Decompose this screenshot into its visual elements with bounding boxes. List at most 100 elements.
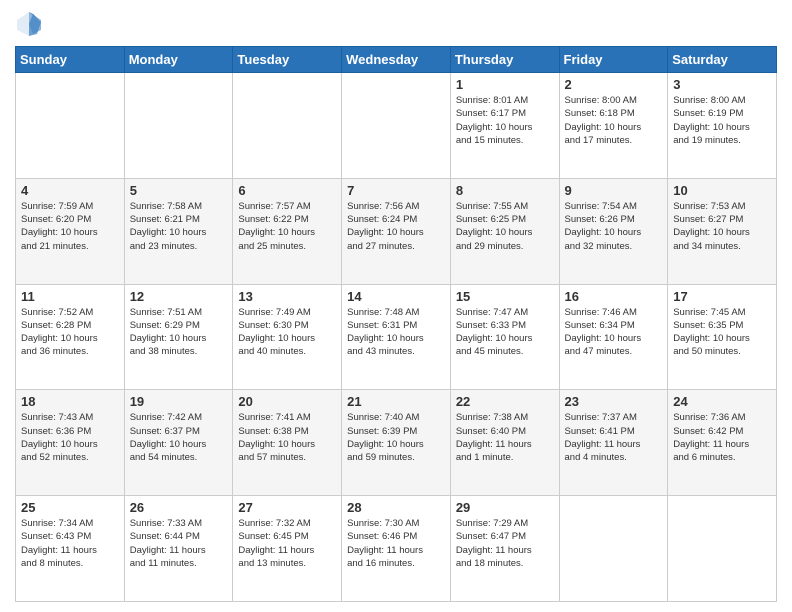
day-number: 8 — [456, 183, 554, 198]
day-info: Sunrise: 7:48 AM Sunset: 6:31 PM Dayligh… — [347, 306, 445, 359]
day-number: 5 — [130, 183, 228, 198]
day-number: 11 — [21, 289, 119, 304]
weekday-header-thursday: Thursday — [450, 47, 559, 73]
calendar-cell: 16 Sunrise: 7:46 AM Sunset: 6:34 PM Dayli… — [559, 284, 668, 390]
calendar-cell: 21 Sunrise: 7:40 AM Sunset: 6:39 PM Dayli… — [342, 390, 451, 496]
day-info: Sunrise: 7:32 AM Sunset: 6:45 PM Dayligh… — [238, 517, 336, 570]
day-number: 24 — [673, 394, 771, 409]
day-number: 17 — [673, 289, 771, 304]
page: SundayMondayTuesdayWednesdayThursdayFrid… — [0, 0, 792, 612]
calendar-cell: 8 Sunrise: 7:55 AM Sunset: 6:25 PM Daylig… — [450, 178, 559, 284]
week-row-5: 25 Sunrise: 7:34 AM Sunset: 6:43 PM Dayli… — [16, 496, 777, 602]
day-info: Sunrise: 7:57 AM Sunset: 6:22 PM Dayligh… — [238, 200, 336, 253]
calendar-cell: 6 Sunrise: 7:57 AM Sunset: 6:22 PM Daylig… — [233, 178, 342, 284]
day-number: 12 — [130, 289, 228, 304]
calendar-cell: 22 Sunrise: 7:38 AM Sunset: 6:40 PM Dayli… — [450, 390, 559, 496]
calendar-cell — [342, 73, 451, 179]
day-info: Sunrise: 7:49 AM Sunset: 6:30 PM Dayligh… — [238, 306, 336, 359]
weekday-header-row: SundayMondayTuesdayWednesdayThursdayFrid… — [16, 47, 777, 73]
day-info: Sunrise: 7:30 AM Sunset: 6:46 PM Dayligh… — [347, 517, 445, 570]
day-number: 26 — [130, 500, 228, 515]
day-info: Sunrise: 7:42 AM Sunset: 6:37 PM Dayligh… — [130, 411, 228, 464]
calendar-cell: 2 Sunrise: 8:00 AM Sunset: 6:18 PM Daylig… — [559, 73, 668, 179]
day-info: Sunrise: 7:55 AM Sunset: 6:25 PM Dayligh… — [456, 200, 554, 253]
day-number: 21 — [347, 394, 445, 409]
day-info: Sunrise: 7:41 AM Sunset: 6:38 PM Dayligh… — [238, 411, 336, 464]
calendar-cell: 25 Sunrise: 7:34 AM Sunset: 6:43 PM Dayli… — [16, 496, 125, 602]
calendar-cell: 15 Sunrise: 7:47 AM Sunset: 6:33 PM Dayli… — [450, 284, 559, 390]
day-number: 10 — [673, 183, 771, 198]
day-number: 19 — [130, 394, 228, 409]
calendar-cell: 10 Sunrise: 7:53 AM Sunset: 6:27 PM Dayli… — [668, 178, 777, 284]
logo-icon — [15, 10, 43, 38]
weekday-header-tuesday: Tuesday — [233, 47, 342, 73]
day-number: 28 — [347, 500, 445, 515]
calendar-table: SundayMondayTuesdayWednesdayThursdayFrid… — [15, 46, 777, 602]
calendar-cell — [16, 73, 125, 179]
logo — [15, 10, 47, 38]
calendar-cell: 14 Sunrise: 7:48 AM Sunset: 6:31 PM Dayli… — [342, 284, 451, 390]
day-number: 6 — [238, 183, 336, 198]
day-number: 2 — [565, 77, 663, 92]
day-info: Sunrise: 7:53 AM Sunset: 6:27 PM Dayligh… — [673, 200, 771, 253]
calendar-cell: 7 Sunrise: 7:56 AM Sunset: 6:24 PM Daylig… — [342, 178, 451, 284]
day-number: 27 — [238, 500, 336, 515]
day-info: Sunrise: 7:45 AM Sunset: 6:35 PM Dayligh… — [673, 306, 771, 359]
calendar-cell: 12 Sunrise: 7:51 AM Sunset: 6:29 PM Dayli… — [124, 284, 233, 390]
day-info: Sunrise: 7:46 AM Sunset: 6:34 PM Dayligh… — [565, 306, 663, 359]
day-number: 25 — [21, 500, 119, 515]
day-number: 15 — [456, 289, 554, 304]
day-info: Sunrise: 7:51 AM Sunset: 6:29 PM Dayligh… — [130, 306, 228, 359]
week-row-3: 11Sunrise: 7:52 AM Sunset: 6:28 PM Dayli… — [16, 284, 777, 390]
weekday-header-wednesday: Wednesday — [342, 47, 451, 73]
day-number: 14 — [347, 289, 445, 304]
calendar-cell: 28 Sunrise: 7:30 AM Sunset: 6:46 PM Dayli… — [342, 496, 451, 602]
weekday-header-friday: Friday — [559, 47, 668, 73]
day-number: 7 — [347, 183, 445, 198]
day-info: Sunrise: 7:43 AM Sunset: 6:36 PM Dayligh… — [21, 411, 119, 464]
calendar-cell — [124, 73, 233, 179]
day-number: 13 — [238, 289, 336, 304]
day-number: 1 — [456, 77, 554, 92]
calendar-cell: 26 Sunrise: 7:33 AM Sunset: 6:44 PM Dayli… — [124, 496, 233, 602]
weekday-header-sunday: Sunday — [16, 47, 125, 73]
day-number: 18 — [21, 394, 119, 409]
calendar-cell: 29 Sunrise: 7:29 AM Sunset: 6:47 PM Dayli… — [450, 496, 559, 602]
day-info: Sunrise: 7:58 AM Sunset: 6:21 PM Dayligh… — [130, 200, 228, 253]
day-info: Sunrise: 7:29 AM Sunset: 6:47 PM Dayligh… — [456, 517, 554, 570]
day-info: Sunrise: 7:38 AM Sunset: 6:40 PM Dayligh… — [456, 411, 554, 464]
calendar-cell: 9 Sunrise: 7:54 AM Sunset: 6:26 PM Daylig… — [559, 178, 668, 284]
calendar-cell: 20Sunrise: 7:41 AM Sunset: 6:38 PM Dayli… — [233, 390, 342, 496]
calendar-cell: 23Sunrise: 7:37 AM Sunset: 6:41 PM Dayli… — [559, 390, 668, 496]
calendar-cell: 1Sunrise: 8:01 AM Sunset: 6:17 PM Daylig… — [450, 73, 559, 179]
week-row-1: 1Sunrise: 8:01 AM Sunset: 6:17 PM Daylig… — [16, 73, 777, 179]
day-info: Sunrise: 8:00 AM Sunset: 6:19 PM Dayligh… — [673, 94, 771, 147]
weekday-header-saturday: Saturday — [668, 47, 777, 73]
day-info: Sunrise: 7:47 AM Sunset: 6:33 PM Dayligh… — [456, 306, 554, 359]
day-info: Sunrise: 7:34 AM Sunset: 6:43 PM Dayligh… — [21, 517, 119, 570]
day-info: Sunrise: 8:00 AM Sunset: 6:18 PM Dayligh… — [565, 94, 663, 147]
day-number: 4 — [21, 183, 119, 198]
week-row-2: 4 Sunrise: 7:59 AM Sunset: 6:20 PM Daylig… — [16, 178, 777, 284]
calendar-cell — [233, 73, 342, 179]
day-info: Sunrise: 7:59 AM Sunset: 6:20 PM Dayligh… — [21, 200, 119, 253]
day-info: Sunrise: 7:54 AM Sunset: 6:26 PM Dayligh… — [565, 200, 663, 253]
weekday-header-monday: Monday — [124, 47, 233, 73]
day-info: Sunrise: 7:33 AM Sunset: 6:44 PM Dayligh… — [130, 517, 228, 570]
calendar-cell: 18 Sunrise: 7:43 AM Sunset: 6:36 PM Dayli… — [16, 390, 125, 496]
day-number: 29 — [456, 500, 554, 515]
day-number: 3 — [673, 77, 771, 92]
calendar-cell — [559, 496, 668, 602]
day-info: Sunrise: 7:36 AM Sunset: 6:42 PM Dayligh… — [673, 411, 771, 464]
day-number: 22 — [456, 394, 554, 409]
header — [15, 10, 777, 38]
week-row-4: 18 Sunrise: 7:43 AM Sunset: 6:36 PM Dayli… — [16, 390, 777, 496]
calendar-cell: 5 Sunrise: 7:58 AM Sunset: 6:21 PM Daylig… — [124, 178, 233, 284]
day-info: Sunrise: 7:40 AM Sunset: 6:39 PM Dayligh… — [347, 411, 445, 464]
day-number: 9 — [565, 183, 663, 198]
calendar-cell: 17 Sunrise: 7:45 AM Sunset: 6:35 PM Dayli… — [668, 284, 777, 390]
calendar-cell: 24 Sunrise: 7:36 AM Sunset: 6:42 PM Dayli… — [668, 390, 777, 496]
day-info: Sunrise: 7:56 AM Sunset: 6:24 PM Dayligh… — [347, 200, 445, 253]
day-info: Sunrise: 7:37 AM Sunset: 6:41 PM Dayligh… — [565, 411, 663, 464]
day-number: 16 — [565, 289, 663, 304]
